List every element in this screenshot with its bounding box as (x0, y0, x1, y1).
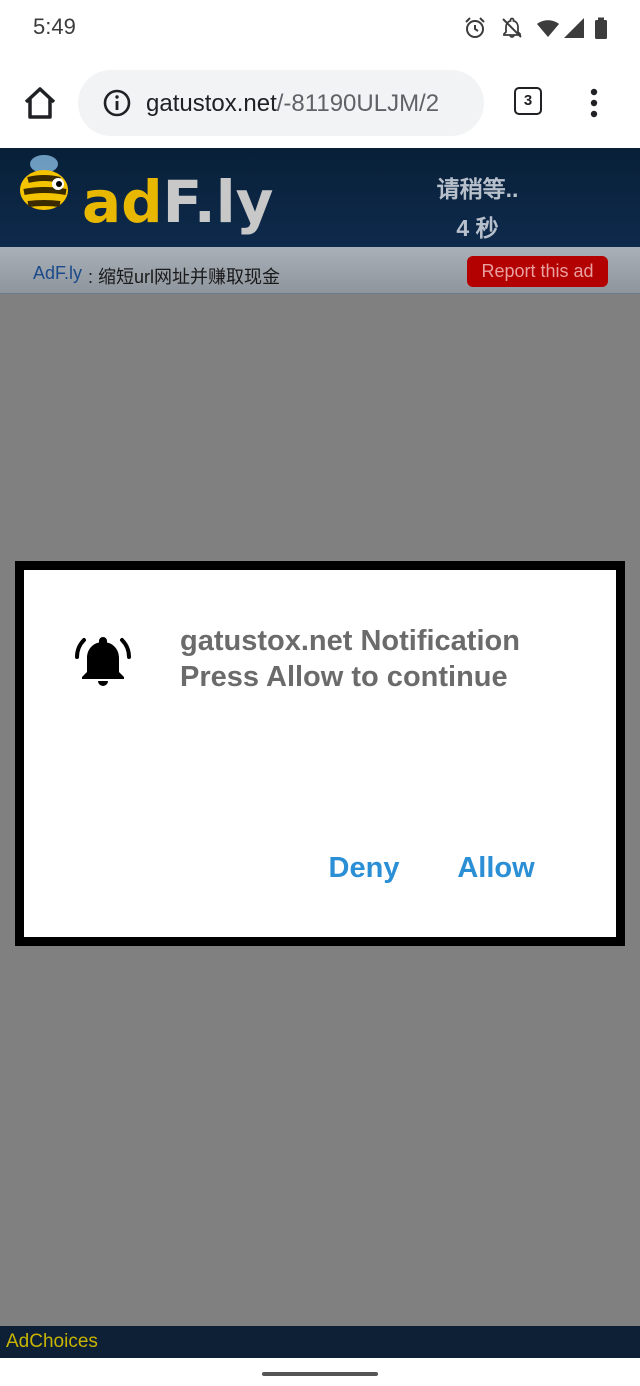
alarm-icon (465, 17, 485, 38)
adfly-tagline: : 缩短url网址并赚取现金 (88, 267, 281, 287)
url-text[interactable]: gatustox.net/-81190ULJM/2 (146, 88, 468, 120)
dialog-title: gatustox.net Notification (180, 625, 520, 657)
url-path: /-81190ULJM/2 (276, 90, 440, 117)
more-vert-icon[interactable] (584, 86, 604, 120)
info-icon[interactable] (102, 88, 132, 118)
home-icon[interactable] (18, 84, 62, 122)
notifications-off-icon (502, 17, 522, 38)
adfly-logo[interactable]: adF.ly (14, 150, 274, 242)
adchoices-link[interactable]: AdChoices (6, 1331, 98, 1353)
wifi-icon (537, 20, 559, 37)
report-ad-button[interactable]: Report this ad (467, 256, 608, 287)
adfly-link[interactable]: AdF.ly (33, 263, 82, 284)
deny-button[interactable]: Deny (322, 848, 406, 888)
wait-text: 请稍等.. (436, 176, 519, 202)
battery-icon (595, 17, 607, 39)
countdown-text: 4 秒 (456, 215, 499, 241)
logo-text: adF.ly (82, 168, 273, 236)
dialog-message: Press Allow to continue (180, 661, 508, 693)
url-domain: gatustox.net (146, 90, 277, 117)
allow-button[interactable]: Allow (452, 848, 540, 888)
gesture-handle[interactable] (262, 1372, 378, 1376)
signal-icon (564, 18, 584, 38)
tab-switcher-button[interactable]: 3 (514, 87, 542, 115)
notification-dialog (15, 561, 625, 946)
bell-icon (75, 637, 131, 686)
status-time: 5:49 (33, 14, 76, 39)
